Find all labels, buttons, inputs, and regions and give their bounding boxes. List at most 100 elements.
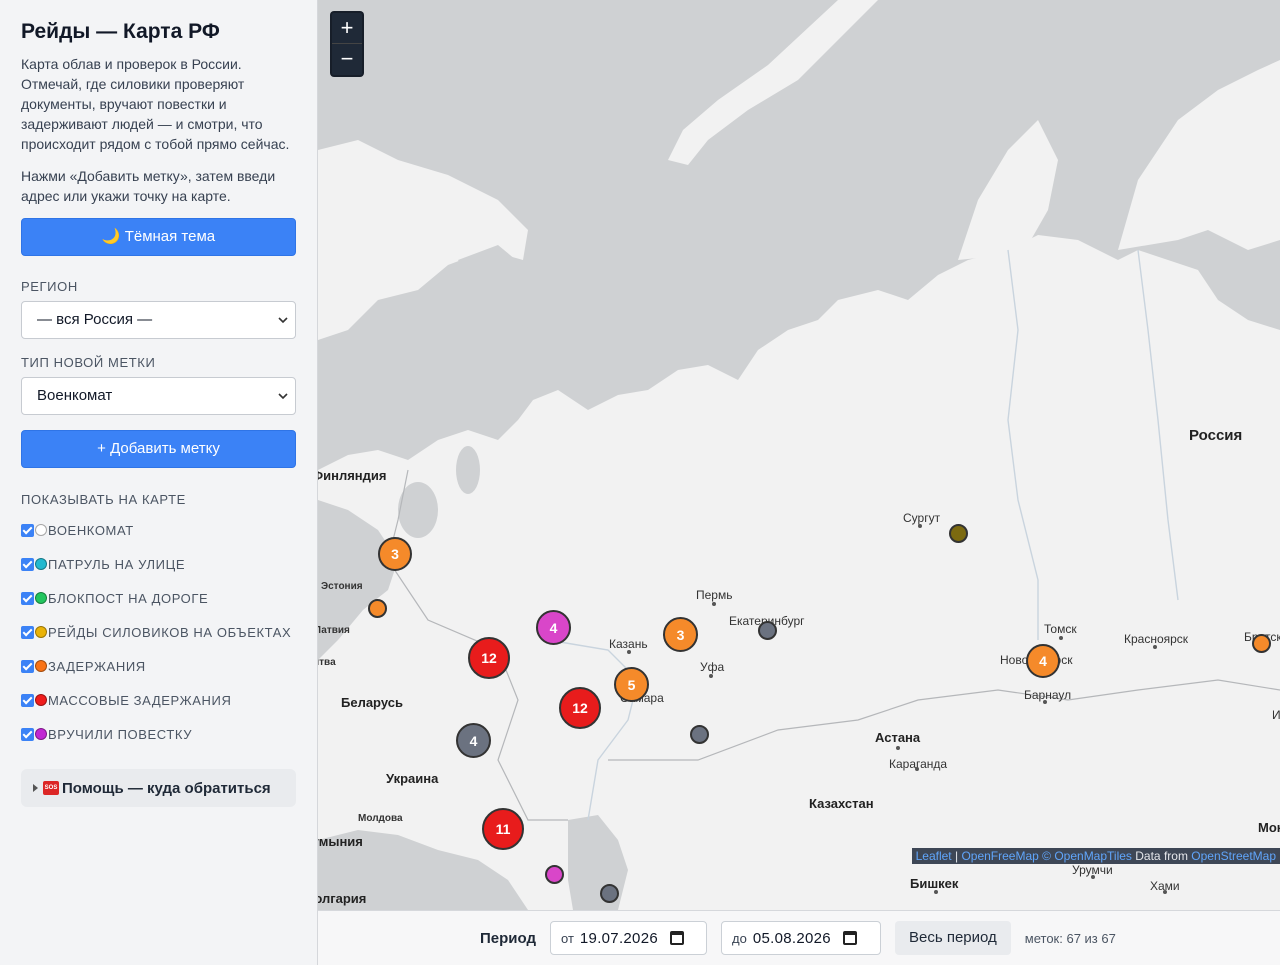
incident-marker[interactable] (545, 865, 564, 884)
place-label: Мон (1258, 820, 1280, 835)
marker-cluster[interactable]: 5 (614, 667, 649, 702)
map[interactable]: + − Финляндия Эстония Латвия Литва Белар… (318, 0, 1280, 910)
date-from-input[interactable]: от 19.07.2026 (550, 921, 707, 955)
openmaptiles-link[interactable]: © OpenMapTiles (1042, 849, 1132, 863)
place-label: Молдова (358, 813, 403, 824)
layer-item[interactable]: ЗАДЕРЖАНИЯ (21, 649, 295, 683)
place-label: Казахстан (809, 796, 874, 811)
city-dot (627, 650, 631, 654)
zoom-out-button[interactable]: − (332, 44, 362, 75)
legend-dot (35, 626, 47, 638)
theme-toggle-button[interactable]: 🌙 Тёмная тема (21, 218, 296, 256)
marker-cluster[interactable]: 12 (468, 637, 510, 679)
place-label: Румыния (318, 834, 363, 849)
marker-cluster[interactable]: 12 (559, 687, 601, 729)
marker-cluster[interactable]: 11 (482, 808, 524, 850)
checkbox[interactable] (21, 591, 34, 605)
date-to-input[interactable]: до 05.08.2026 (721, 921, 881, 955)
checkbox[interactable] (21, 557, 34, 571)
layer-label: БЛОКПОСТ НА ДОРОГЕ (48, 590, 209, 606)
incident-marker[interactable] (949, 524, 968, 543)
date-to-value: 05.08.2026 (752, 929, 831, 947)
region-select[interactable]: — вся Россия — (21, 301, 296, 339)
cluster-count: 12 (481, 650, 497, 666)
place-label: Пермь (696, 588, 733, 602)
openstreetmap-link[interactable]: OpenStreetMap (1191, 849, 1276, 863)
checkbox[interactable] (21, 727, 34, 741)
city-dot (709, 674, 713, 678)
incident-marker[interactable] (690, 725, 709, 744)
marker-cluster[interactable]: 3 (378, 537, 412, 571)
sos-icon: SOS (43, 781, 59, 795)
checkbox[interactable] (21, 693, 34, 707)
checkbox[interactable] (21, 659, 34, 673)
place-label: Красноярск (1124, 632, 1189, 646)
checkbox[interactable] (21, 625, 34, 639)
leaflet-link[interactable]: Leaflet (916, 849, 952, 863)
city-dot (934, 890, 938, 894)
layer-label: ВОЕНКОМАТ (48, 522, 134, 538)
marker-cluster[interactable]: 4 (536, 610, 571, 645)
city-dot (918, 524, 922, 528)
incident-marker[interactable] (368, 599, 387, 618)
legend-dot (35, 558, 47, 570)
river-ob (1007, 249, 1039, 640)
city-dot (1153, 645, 1157, 649)
chevron-down-icon (278, 393, 288, 400)
cluster-count: 4 (549, 619, 558, 636)
calendar-icon[interactable] (669, 931, 684, 945)
help-label: Помощь — куда обратиться (62, 779, 271, 797)
checkbox[interactable] (21, 523, 34, 537)
city-dot (1043, 700, 1047, 704)
water-onega (456, 446, 480, 494)
layer-item[interactable]: ВОЕНКОМАТ (21, 513, 295, 547)
incident-marker[interactable] (1252, 634, 1271, 653)
all-period-button[interactable]: Весь период (895, 921, 1011, 955)
disclosure-triangle-icon (33, 784, 38, 792)
place-label: Бишкек (910, 876, 959, 891)
city-dot (1163, 890, 1167, 894)
cluster-count: 5 (627, 676, 636, 693)
date-to-prefix: до (732, 930, 747, 946)
type-select-value: Военкомат (37, 387, 113, 404)
openfreemap-link[interactable]: OpenFreeMap (961, 849, 1038, 863)
city-dot (915, 767, 919, 771)
marker-cluster[interactable]: 4 (1026, 644, 1060, 678)
legend-dot (35, 728, 47, 740)
legend-dot (35, 524, 47, 536)
region-select-value: — вся Россия — (37, 311, 153, 328)
type-select[interactable]: Военкомат (21, 377, 296, 415)
layer-list: ВОЕНКОМАТ ПАТРУЛЬ НА УЛИЦЕ БЛОКПОСТ НА Д… (21, 513, 295, 751)
zoom-in-button[interactable]: + (332, 13, 362, 44)
layer-item[interactable]: БЛОКПОСТ НА ДОРОГЕ (21, 581, 295, 615)
marker-cluster[interactable]: 4 (456, 723, 491, 758)
water-caspian (568, 815, 628, 910)
city-dot (1091, 875, 1095, 879)
cluster-count: 4 (469, 732, 478, 749)
cluster-count: 4 (1039, 653, 1047, 669)
city-dot (712, 602, 716, 606)
layer-item[interactable]: РЕЙДЫ СИЛОВИКОВ НА ОБЪЕКТАХ (21, 615, 295, 649)
chevron-down-icon (278, 317, 288, 324)
type-label: ТИП НОВОЙ МЕТКИ (21, 355, 156, 370)
incident-marker[interactable] (758, 621, 777, 640)
cluster-count: 3 (676, 626, 685, 643)
layer-label: ЗАДЕРЖАНИЯ (48, 658, 146, 674)
app-title: Рейды — Карта РФ (21, 20, 220, 43)
sidebar: Рейды — Карта РФ Карта облав и проверок … (0, 0, 318, 965)
layer-item[interactable]: МАССОВЫЕ ЗАДЕРЖАНИЯ (21, 683, 295, 717)
incident-marker[interactable] (600, 884, 619, 903)
place-label: Барнаул (1024, 688, 1072, 702)
marker-cluster[interactable]: 3 (663, 617, 698, 652)
layer-item[interactable]: ПАТРУЛЬ НА УЛИЦЕ (21, 547, 295, 581)
calendar-icon[interactable] (842, 931, 857, 945)
layer-label: ВРУЧИЛИ ПОВЕСТКУ (48, 726, 193, 742)
add-marker-button[interactable]: + Добавить метку (21, 430, 296, 468)
intro-text: Карта облав и проверок в России. Отмечай… (21, 56, 290, 152)
place-label: Финляндия (318, 468, 387, 483)
zoom-control: + − (330, 11, 364, 77)
help-disclosure[interactable]: SOS Помощь — куда обратиться (21, 769, 296, 807)
layer-item[interactable]: ВРУЧИЛИ ПОВЕСТКУ (21, 717, 295, 751)
city-dot (1059, 636, 1063, 640)
date-from-value: 19.07.2026 (579, 929, 658, 947)
